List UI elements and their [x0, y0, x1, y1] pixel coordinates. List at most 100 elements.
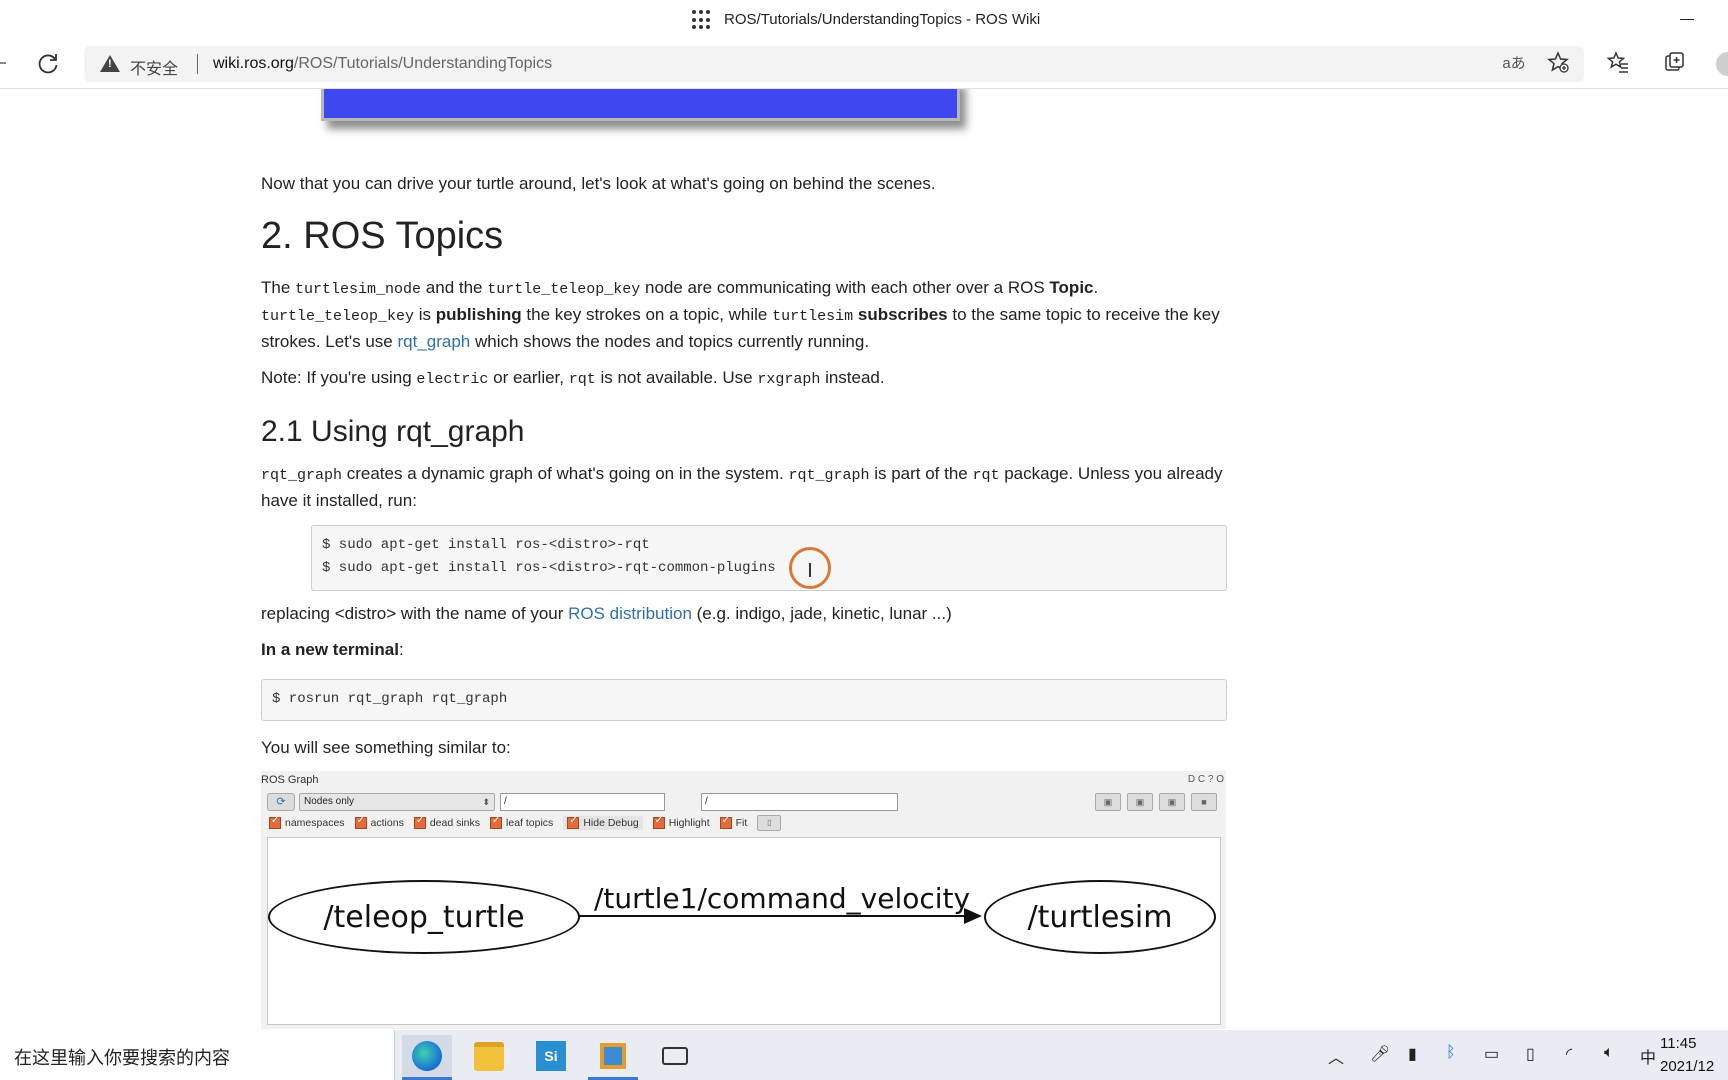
ros-graph-screenshot: ROS Graph D C ? O ⟳ Nodes only / / ▣ ▣ ▣…	[261, 771, 1226, 1029]
page-content: Now that you can drive your turtle aroun…	[0, 89, 1728, 1029]
clock-time: 11:45	[1660, 1035, 1697, 1052]
taskbar-si-app[interactable]: Si	[526, 1035, 576, 1077]
tray-bluetooth-icon[interactable]: ᛒ	[1446, 1044, 1456, 1062]
tray-bookmark-icon[interactable]: ▮	[1408, 1044, 1417, 1064]
install-code-block[interactable]: $ sudo apt-get install ros-<distro>-rqt …	[311, 525, 1227, 591]
code-electric: electric	[416, 371, 489, 388]
text: Note: If you're using	[261, 368, 417, 387]
taskbar-app-4[interactable]	[588, 1035, 638, 1080]
checkbox-checked-icon	[269, 815, 281, 829]
checkbox-label: actions	[370, 817, 404, 829]
note-paragraph: Note: If you're using electric or earlie…	[261, 365, 885, 392]
taskbar-file-explorer-app[interactable]	[464, 1035, 514, 1077]
code-line: $ sudo apt-get install ros-<distro>-rqt-…	[322, 560, 776, 576]
code-turtlesim: turtlesim	[772, 308, 854, 325]
text: (e.g. indigo, jade, kinetic, lunar ...)	[691, 604, 952, 623]
collections-icon[interactable]	[1660, 48, 1688, 76]
url-domain: wiki.ros.org	[213, 55, 294, 72]
minimize-button[interactable]	[1670, 0, 1710, 40]
code-rxgraph: rxgraph	[757, 371, 821, 388]
ros-graph-title: ROS Graph	[261, 774, 319, 786]
app-grid-icon[interactable]	[692, 10, 712, 30]
checkbox-label: namespaces	[285, 817, 345, 829]
ros-distribution-link[interactable]: ROS distribution	[568, 604, 692, 623]
taskbar-camera-app[interactable]	[650, 1035, 700, 1077]
checkbox-label: dead sinks	[429, 817, 481, 829]
ros-graph-mode-select: Nodes only	[299, 793, 495, 811]
ros-graph-canvas: /teleop_turtle /turtle1/command_velocity…	[267, 837, 1221, 1025]
ros-graph-fit-button-icon: ▯	[757, 815, 782, 831]
clock-date: 2021/12	[1660, 1058, 1715, 1075]
text: The	[261, 278, 296, 297]
code-rqt-graph: rqt_graph	[788, 467, 870, 484]
taskbar-edge-app[interactable]	[402, 1035, 452, 1080]
text: .	[1093, 278, 1099, 297]
tray-chevron-up-icon[interactable]: ︿	[1328, 1044, 1344, 1068]
tray-volume-icon[interactable]: 🔈︎	[1604, 1044, 1614, 1062]
taskbar-search-box[interactable]: 在这里输入你要搜索的内容	[0, 1030, 395, 1080]
browser-toolbar: 不安全 wiki.ros.org/ROS/Tutorials/Understan…	[0, 40, 1728, 89]
folder-icon	[474, 1041, 504, 1071]
bold-subscribes: subscribes	[857, 305, 948, 324]
text: is	[414, 305, 436, 324]
tray-ime-indicator[interactable]: 中	[1640, 1044, 1656, 1068]
code-turtle-teleop-key: turtle_teleop_key	[261, 308, 415, 325]
tray-wifi-icon[interactable]: ◜	[1566, 1044, 1572, 1064]
checkbox-highlight: Highlight	[652, 815, 710, 829]
tray-microphone-icon[interactable]: 🎤︎	[1370, 1044, 1390, 1064]
checkbox-hide-debug: Hide Debug	[563, 815, 643, 830]
code-line: $ rosrun rqt_graph rqt_graph	[272, 691, 508, 707]
ros-graph-options: namespaces actions dead sinks leaf topic…	[269, 815, 782, 831]
refresh-button[interactable]	[34, 50, 62, 78]
similar-paragraph: You will see something similar to:	[261, 738, 511, 757]
run-code-block[interactable]: $ rosrun rqt_graph rqt_graph	[261, 679, 1227, 721]
address-divider	[197, 54, 198, 74]
tray-clock[interactable]: 11:45 2021/12	[1660, 1032, 1714, 1078]
url-path: /ROS/Tutorials/UnderstandingTopics	[293, 55, 553, 72]
refresh-icon	[38, 54, 58, 74]
ros-graph-export-icon: ▣	[1159, 793, 1185, 811]
heading-ros-topics: 2. ROS Topics	[261, 215, 504, 257]
add-favorite-icon[interactable]	[1544, 48, 1572, 76]
address-bar[interactable]: 不安全 wiki.ros.org/ROS/Tutorials/Understan…	[84, 46, 1584, 82]
checkbox-label: leaf topics	[506, 817, 554, 829]
text: or earlier,	[488, 368, 569, 387]
read-aloud-icon[interactable]: aあ	[1500, 48, 1528, 76]
code-rqt: rqt	[972, 467, 1000, 484]
text: is not available. Use	[595, 368, 758, 387]
bold-new-terminal: In a new terminal	[261, 640, 399, 659]
graph-node-teleop-turtle: /teleop_turtle	[268, 880, 580, 954]
si-app-icon: Si	[536, 1041, 566, 1071]
edge-icon	[412, 1041, 442, 1071]
bold-publishing: publishing	[435, 305, 522, 324]
text: is part of the	[869, 464, 973, 483]
checkbox-checked-icon	[413, 815, 426, 829]
checkbox-checked-icon	[719, 815, 732, 829]
checkbox-label: Hide Debug	[583, 817, 639, 829]
window-title: ROS/Tutorials/UnderstandingTopics - ROS …	[724, 11, 1041, 28]
checkbox-checked-icon	[354, 815, 367, 829]
text: which shows the nodes and topics current…	[470, 332, 870, 351]
back-icon[interactable]	[0, 62, 6, 64]
window-titlebar: ROS/Tutorials/UnderstandingTopics - ROS …	[0, 0, 1728, 40]
favorites-icon[interactable]	[1604, 48, 1632, 76]
ros-graph-refresh-icon: ⟳	[267, 793, 295, 811]
ros-graph-topic-filter: /	[701, 793, 898, 811]
code-rqt-graph: rqt_graph	[261, 467, 343, 484]
tray-display-icon[interactable]: ▭	[1484, 1044, 1499, 1064]
turtlesim-screenshot-image	[321, 89, 960, 121]
checkbox-checked-icon	[490, 815, 503, 829]
rqt-graph-link[interactable]: rqt_graph	[397, 332, 470, 351]
graph-edge-line	[578, 915, 966, 917]
taskbar-search-placeholder: 在这里输入你要搜索的内容	[14, 1048, 230, 1068]
profile-avatar[interactable]	[1716, 52, 1728, 76]
ros-graph-screenshot-icon: ■	[1191, 793, 1217, 811]
replacing-paragraph: replacing <distro> with the name of your…	[261, 601, 952, 626]
taskbar: 在这里输入你要搜索的内容 Si ︿ 🎤︎ ▮ ᛒ ▭ ▯ ◜ 🔈︎ 中 11:4…	[0, 1030, 1728, 1080]
tray-battery-icon[interactable]: ▯	[1526, 1044, 1535, 1064]
checkbox-label: Fit	[735, 817, 748, 829]
checkbox-checked-icon	[652, 815, 665, 829]
text: the key strokes on a topic, while	[521, 305, 773, 324]
checkbox-dead-sinks: dead sinks	[413, 815, 481, 829]
url-text[interactable]: wiki.ros.org/ROS/Tutorials/Understanding…	[213, 55, 552, 73]
